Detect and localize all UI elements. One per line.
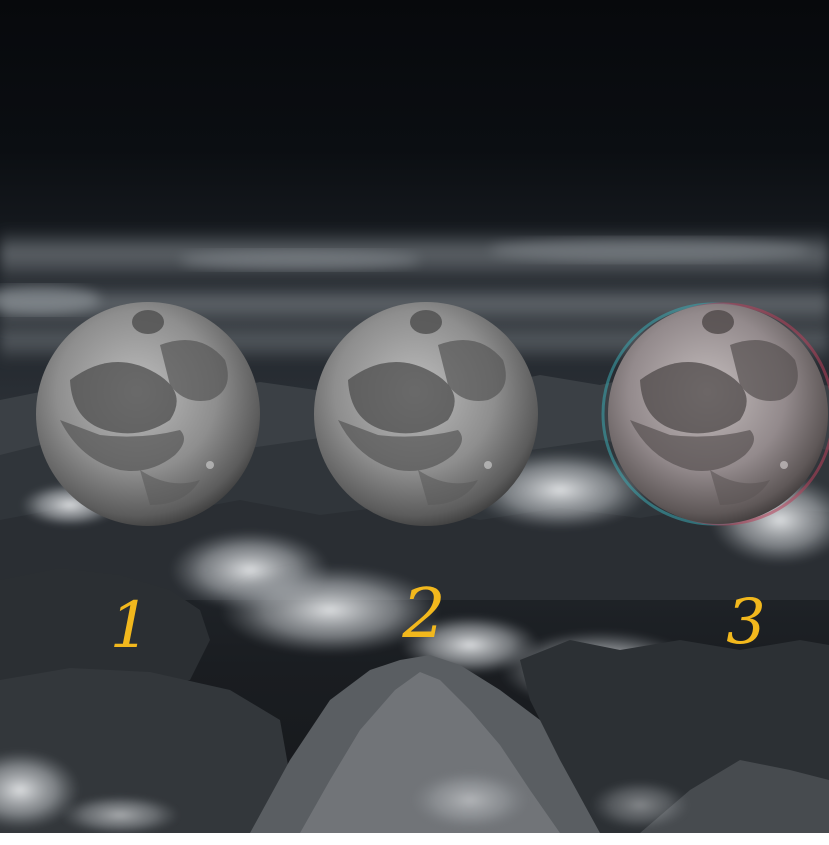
scene-canvas: 1 2 3 xyxy=(0,228,829,833)
bottom-margin xyxy=(0,833,829,845)
night-mountain-scene: 1 2 3 xyxy=(0,0,829,833)
moon-label-3: 3 xyxy=(726,585,765,658)
moon-1 xyxy=(36,302,260,526)
moon-label-1: 1 xyxy=(110,589,151,663)
moon-2 xyxy=(314,302,538,526)
moon-label-2: 2 xyxy=(401,575,445,654)
